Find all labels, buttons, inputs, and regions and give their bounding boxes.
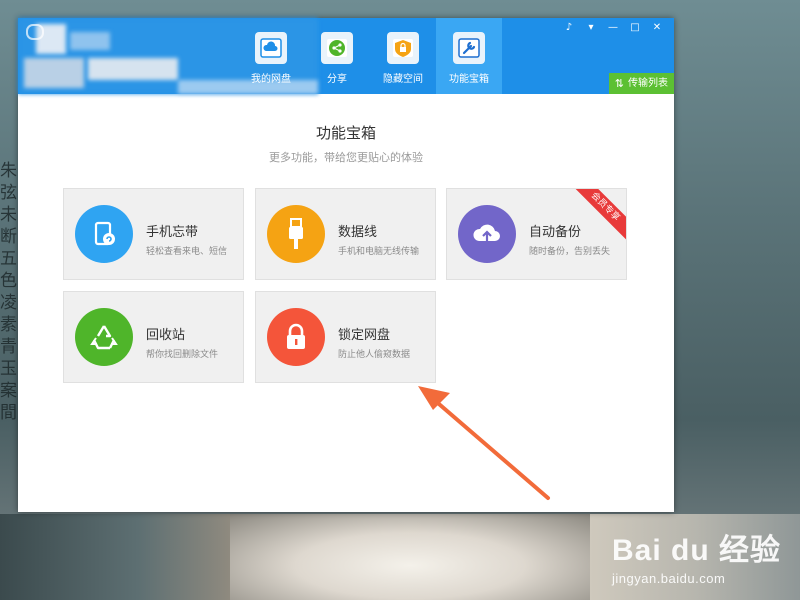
arrow-shaft <box>430 396 550 500</box>
annotation-arrow <box>418 386 550 500</box>
arrow-head <box>418 386 450 410</box>
